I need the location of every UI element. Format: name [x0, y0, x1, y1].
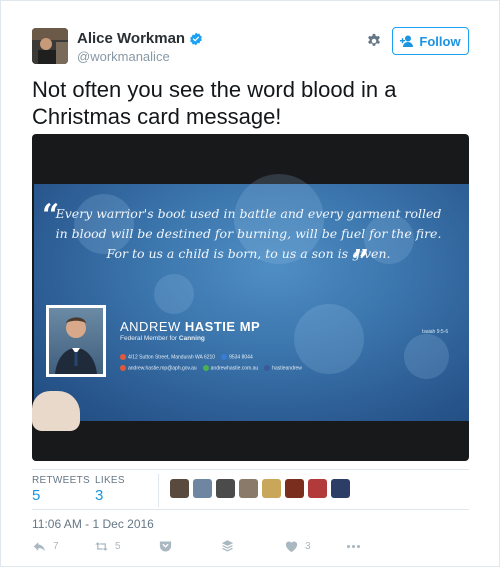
facebook-icon	[264, 365, 271, 371]
mp-name: ANDREW HASTIE MP	[120, 319, 260, 334]
retweets-label[interactable]: RETWEETS	[32, 475, 90, 486]
quote-line: For to us a child is born, to us a son i…	[106, 246, 391, 261]
mp-facebook: hastieandrew	[272, 365, 302, 372]
holding-thumb	[32, 391, 80, 431]
stats-top-divider	[32, 469, 469, 470]
liker-avatar[interactable]	[308, 479, 327, 498]
card-quote: Every warrior's boot used in battle and …	[46, 204, 451, 264]
retweet-button[interactable]: 5	[94, 539, 121, 554]
mp-role: Federal Member for Canning	[120, 335, 205, 342]
follow-button[interactable]: Follow	[392, 27, 469, 55]
stats-bottom-divider	[32, 509, 469, 510]
liker-avatar[interactable]	[331, 479, 350, 498]
author-name[interactable]: Alice Workman	[77, 30, 185, 47]
mp-seat: Canning	[178, 335, 205, 342]
likes-count[interactable]: 3	[95, 487, 103, 504]
mp-email: andrew.hastie.mp@aph.gov.au	[128, 365, 197, 372]
quote-line: in blood will be destined for burning, w…	[55, 226, 442, 241]
phone-icon	[221, 354, 228, 360]
tweet-text: Not often you see the word blood in a Ch…	[32, 77, 397, 129]
liker-avatar[interactable]	[216, 479, 235, 498]
liker-avatar[interactable]	[285, 479, 304, 498]
author-avatar[interactable]	[32, 28, 68, 64]
add-user-icon	[400, 35, 414, 47]
likes-label[interactable]: LIKES	[95, 475, 125, 486]
tweet-media[interactable]: “ Every warrior's boot used in battle an…	[32, 134, 469, 461]
email-icon	[120, 365, 126, 371]
quote-line: Every warrior's boot used in battle and …	[55, 206, 442, 221]
gear-icon[interactable]	[365, 32, 383, 50]
tweet-card: Alice Workman @workmanalice Follow Not o…	[0, 0, 500, 567]
reply-icon	[33, 542, 46, 552]
mp-address: 4/12 Sutton Street, Mandurah WA 6210	[128, 354, 216, 361]
mp-phone: 9534 8044	[229, 354, 253, 361]
follow-label: Follow	[419, 33, 461, 49]
like-button[interactable]: 3	[284, 539, 311, 554]
christmas-card-image: “ Every warrior's boot used in battle an…	[34, 174, 469, 421]
pocket-button[interactable]	[158, 539, 173, 554]
web-icon	[202, 365, 209, 371]
liker-avatar[interactable]	[170, 479, 189, 498]
mp-role-prefix: Federal Member for	[120, 335, 178, 342]
liker-avatar[interactable]	[239, 479, 258, 498]
quote-citation: Isaiah 9:5-6	[422, 329, 449, 335]
reply-count: 7	[53, 541, 59, 552]
liker-avatar[interactable]	[193, 479, 212, 498]
verified-badge-icon	[190, 32, 202, 45]
mp-portrait	[46, 305, 106, 377]
author-block: Alice Workman @workmanalice	[77, 30, 203, 64]
mp-website: andrewhastie.com.au	[210, 365, 259, 372]
reply-button[interactable]: 7	[32, 539, 59, 554]
location-icon	[120, 354, 126, 360]
like-count: 3	[305, 541, 311, 552]
liker-avatar[interactable]	[262, 479, 281, 498]
retweet-icon	[95, 542, 108, 551]
close-quote-icon: ”	[352, 244, 370, 279]
contact-row-1: 4/12 Sutton Street, Mandurah WA 6210 953…	[120, 354, 253, 360]
buffer-icon	[221, 540, 234, 552]
author-handle[interactable]: @workmanalice	[77, 49, 203, 64]
more-icon	[346, 544, 361, 549]
tweet-timestamp[interactable]: 11:06 AM - 1 Dec 2016	[32, 517, 154, 531]
pocket-icon	[159, 541, 172, 552]
tweet-actions: 7 5 3	[32, 539, 469, 561]
buffer-button[interactable]	[220, 539, 235, 554]
mp-first-name: ANDREW	[120, 319, 181, 334]
heart-icon	[285, 541, 298, 553]
stats-separator	[158, 474, 159, 507]
contact-row-2: andrew.hastie.mp@aph.gov.au andrewhastie…	[120, 365, 302, 371]
more-button[interactable]	[346, 539, 361, 554]
liker-avatars	[170, 479, 350, 498]
retweet-count: 5	[115, 541, 121, 552]
retweets-count[interactable]: 5	[32, 487, 40, 504]
mp-last-name: HASTIE MP	[184, 319, 261, 334]
